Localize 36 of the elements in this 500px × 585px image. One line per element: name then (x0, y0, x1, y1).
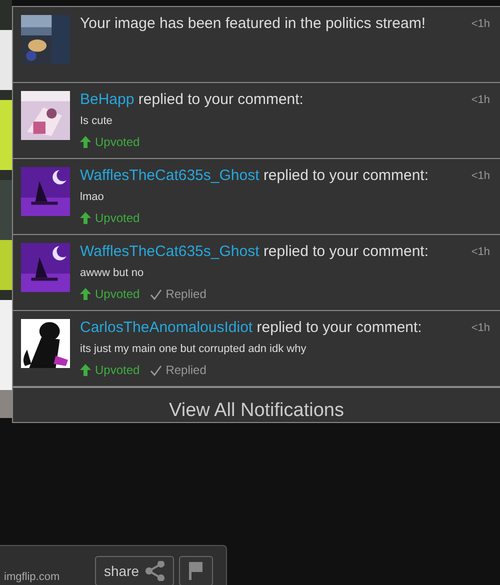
up-arrow-icon (80, 288, 91, 300)
share-button[interactable]: share (95, 556, 174, 585)
upvoted-status: Upvoted (80, 211, 140, 225)
username-link[interactable]: WafflesTheCat635s_Ghost (80, 243, 260, 260)
username-link[interactable]: WafflesTheCat635s_Ghost (80, 167, 260, 184)
notification-text: WafflesTheCat635s_Ghost replied to your comment: (80, 243, 430, 261)
upvoted-status: Upvoted (80, 363, 140, 377)
time-label: <1h (471, 321, 490, 336)
comment-text: its just my main one but corrupted adn idk why (80, 342, 308, 356)
time-label: <1h (471, 17, 490, 32)
comment-text: Is cute (80, 114, 114, 128)
flag-icon (189, 562, 203, 580)
notification-text: BeHapp replied to your comment: (80, 91, 304, 109)
notification-text: Your image has been featured in the politics stream! (80, 15, 426, 33)
checkmark-icon (150, 364, 162, 376)
comment-text: lmao (80, 190, 105, 204)
time-label: <1h (471, 93, 490, 108)
up-arrow-icon (80, 136, 91, 148)
view-all-notifications-link[interactable]: View All Notifications (13, 387, 500, 435)
up-arrow-icon (80, 212, 91, 224)
notification-text: CarlosTheAnomalousIdiot replied to your comment: (80, 319, 423, 337)
time-label: <1h (471, 245, 490, 260)
replied-status: Replied (150, 287, 206, 301)
username-link[interactable]: BeHapp (80, 91, 134, 108)
site-label: imgflip.com (4, 571, 61, 583)
comment-text: awww but no (80, 266, 145, 280)
flag-button[interactable] (179, 556, 213, 585)
upvoted-status: Upvoted (80, 287, 140, 301)
time-label: <1h (471, 169, 490, 184)
share-icon (145, 561, 165, 581)
checkmark-icon (150, 288, 162, 300)
up-arrow-icon (80, 364, 91, 376)
username-link[interactable]: CarlosTheAnomalousIdiot (80, 319, 253, 336)
notification-text: WafflesTheCat635s_Ghost replied to your comment: (80, 167, 430, 185)
upvoted-status: Upvoted (80, 135, 140, 149)
replied-status: Replied (150, 363, 206, 377)
